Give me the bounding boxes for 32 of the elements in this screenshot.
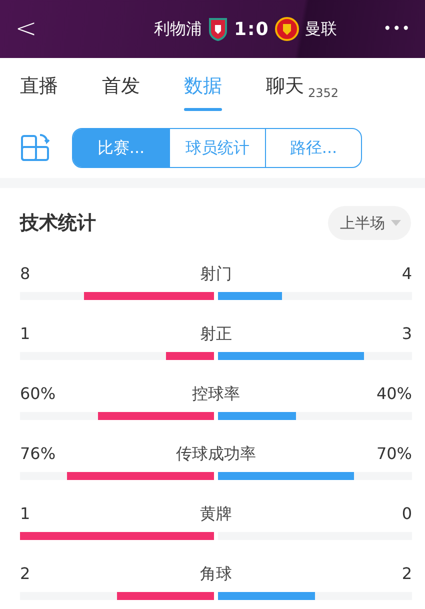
more-button[interactable]: •••	[383, 21, 411, 37]
away-value: 0	[402, 504, 412, 525]
away-team-name: 曼联	[305, 18, 338, 40]
round-crest-icon	[275, 17, 300, 41]
section-title: 技术统计	[20, 211, 96, 236]
stat-name: 控球率	[192, 384, 240, 405]
tab[interactable]: 首发	[102, 58, 140, 114]
away-value: 3	[402, 324, 412, 345]
rotate-screen-icon[interactable]	[20, 132, 52, 164]
period-dropdown[interactable]: 上半场	[328, 206, 411, 240]
away-value: 4	[402, 264, 412, 285]
away-value: 70%	[376, 444, 412, 465]
stat-name: 射门	[200, 264, 232, 285]
home-value: 8	[20, 264, 30, 285]
tab[interactable]: 直播	[20, 58, 58, 114]
stat-name: 射正	[200, 324, 232, 345]
home-value: 60%	[20, 384, 56, 405]
home-value: 76%	[20, 444, 56, 465]
caret-icon	[391, 220, 401, 226]
away-value: 2	[402, 564, 412, 585]
home-value: 2	[20, 564, 30, 585]
home-value: 1	[20, 504, 30, 525]
shield-crest-icon	[208, 17, 228, 41]
stat-name: 角球	[200, 564, 232, 585]
home-value: 1	[20, 324, 30, 345]
stat-name: 传球成功率	[176, 444, 256, 465]
away-value: 40%	[376, 384, 412, 405]
stat-name: 黄牌	[200, 504, 232, 525]
back-button[interactable]: <	[14, 14, 38, 44]
tab[interactable]: 聊天 2352	[266, 58, 339, 114]
match-score: 1:0	[234, 18, 270, 40]
home-team-name: 利物浦	[154, 18, 202, 40]
